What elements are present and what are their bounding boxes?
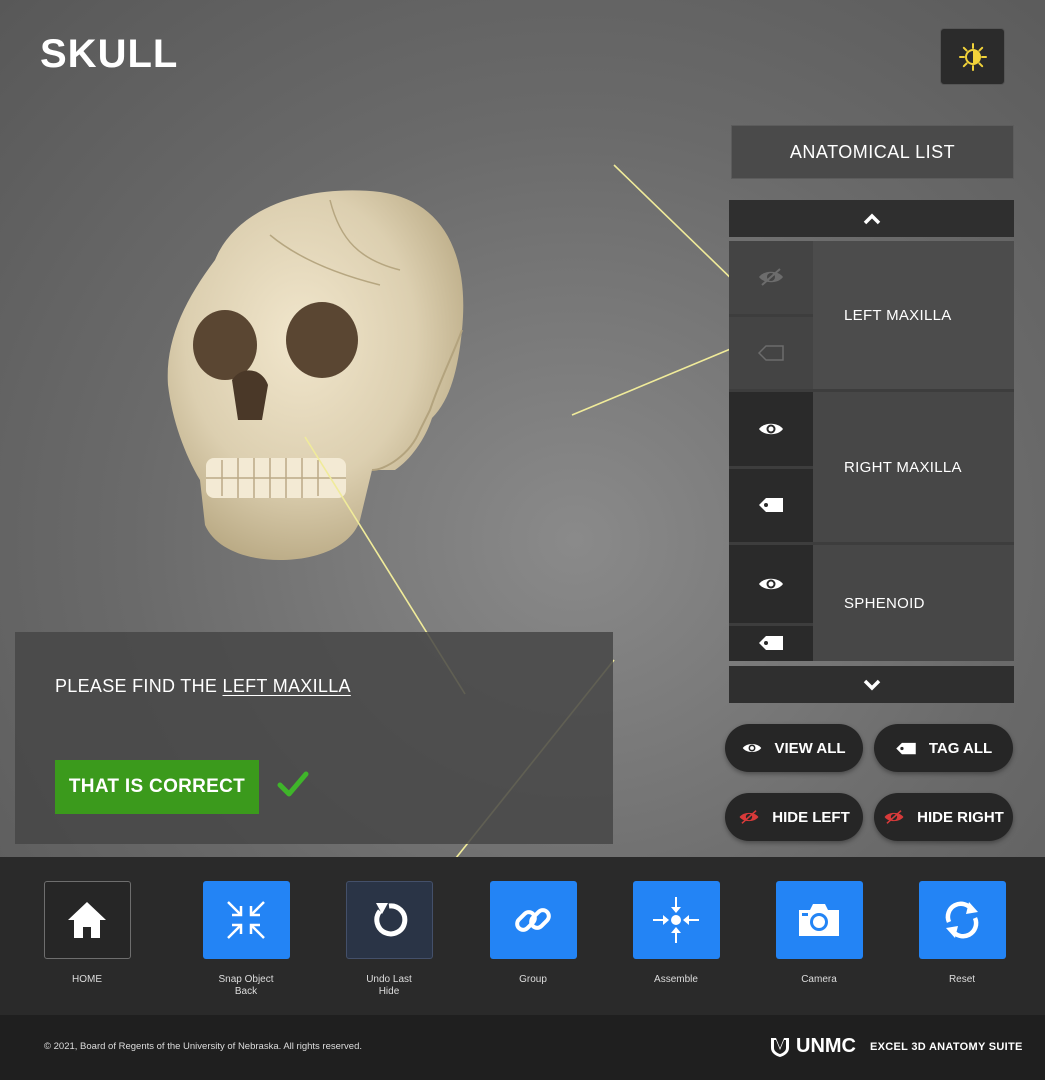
bottom-toolbar: HOME Snap Object Back Undo Last Hide Gro… — [0, 857, 1045, 1015]
question-panel: PLEASE FIND THE LEFT MAXILLA THAT IS COR… — [15, 632, 613, 844]
checkmark-icon — [277, 770, 309, 798]
view-all-label: VIEW ALL — [774, 739, 846, 757]
refresh-icon — [940, 898, 984, 942]
brand-logo-text: UNMC — [796, 1035, 856, 1057]
hide-right-button[interactable]: HIDE RIGHT — [874, 793, 1013, 841]
theme-toggle-button[interactable] — [940, 28, 1005, 85]
anatomical-list: LEFT MAXILLA RIGHT MAXILLA SPHENOID — [729, 241, 1014, 661]
tool-reset[interactable]: Reset — [912, 881, 1012, 986]
group-label: Group — [519, 974, 547, 985]
unmc-shield-icon — [770, 1036, 790, 1058]
tool-group[interactable]: Group — [483, 881, 583, 986]
tool-assemble[interactable]: Assemble — [626, 881, 726, 986]
list-item-left-maxilla[interactable]: LEFT MAXILLA — [729, 241, 1014, 389]
view-all-button[interactable]: VIEW ALL — [725, 724, 863, 772]
hide-left-label: HIDE LEFT — [772, 808, 850, 826]
undo-last-hide-label: Undo Last Hide — [366, 974, 412, 997]
home-icon — [65, 899, 109, 941]
eye-icon — [742, 741, 762, 755]
compress-arrows-icon — [224, 898, 268, 942]
chevron-down-icon — [863, 679, 881, 691]
list-item-label: RIGHT MAXILLA — [813, 392, 1014, 542]
tag-toggle-left-maxilla[interactable] — [729, 316, 813, 389]
copyright-text: © 2021, Board of Regents of the Universi… — [44, 1041, 363, 1052]
tool-home[interactable]: HOME — [37, 881, 137, 986]
eye-slash-icon — [757, 267, 785, 287]
assemble-label: Assemble — [654, 974, 698, 985]
eye-icon — [758, 420, 784, 438]
link-icon — [511, 898, 555, 942]
tool-snap-back[interactable]: Snap Object Back — [196, 881, 296, 998]
tool-camera[interactable]: Camera — [769, 881, 869, 986]
list-item-right-maxilla[interactable]: RIGHT MAXILLA — [729, 392, 1014, 542]
prompt-prefix: PLEASE FIND THE — [55, 676, 223, 696]
home-button[interactable] — [43, 881, 131, 959]
undo-last-hide-button[interactable] — [345, 881, 433, 959]
eye-slash-icon — [883, 809, 905, 825]
reset-label: Reset — [948, 974, 976, 985]
hide-right-label: HIDE RIGHT — [917, 808, 1004, 826]
visibility-toggle-left-maxilla[interactable] — [729, 241, 813, 314]
brand: UNMC EXCEL 3D ANATOMY SUITE — [770, 1035, 1023, 1058]
tag-outline-icon — [757, 344, 785, 362]
visibility-toggle-right-maxilla[interactable] — [729, 392, 813, 466]
visibility-toggle-sphenoid[interactable] — [729, 545, 813, 623]
camera-icon — [796, 901, 842, 939]
eye-icon — [758, 575, 784, 593]
skull-icon — [167, 190, 464, 560]
undo-icon — [368, 899, 410, 941]
tag-all-button[interactable]: TAG ALL — [874, 724, 1013, 772]
question-prompt: PLEASE FIND THE LEFT MAXILLA — [55, 676, 351, 697]
list-item-sphenoid[interactable]: SPHENOID — [729, 545, 1014, 661]
home-label: HOME — [72, 974, 102, 985]
reset-button[interactable] — [918, 881, 1006, 959]
list-item-label: SPHENOID — [813, 545, 1014, 661]
list-scroll-up-button[interactable] — [729, 200, 1014, 237]
result-banner: THAT IS CORRECT — [55, 760, 259, 814]
snap-object-back-label: Snap Object Back — [218, 974, 274, 997]
eye-slash-icon — [738, 809, 760, 825]
tag-icon — [758, 497, 784, 513]
chevron-up-icon — [863, 213, 881, 225]
prompt-target: LEFT MAXILLA — [222, 676, 351, 696]
anatomical-list-header: ANATOMICAL LIST — [731, 125, 1014, 179]
tag-all-label: TAG ALL — [928, 739, 993, 757]
tag-toggle-right-maxilla[interactable] — [729, 468, 813, 542]
camera-button[interactable] — [775, 881, 863, 959]
tag-icon — [758, 635, 784, 651]
tool-undo-hide[interactable]: Undo Last Hide — [339, 881, 439, 998]
brand-suite-text: EXCEL 3D ANATOMY SUITE — [870, 1040, 1023, 1053]
assemble-button[interactable] — [632, 881, 720, 959]
list-item-label: LEFT MAXILLA — [813, 241, 1014, 389]
sun-icon — [958, 42, 988, 72]
camera-label: Camera — [801, 974, 837, 985]
assemble-arrows-icon — [651, 895, 701, 945]
hide-left-button[interactable]: HIDE LEFT — [725, 793, 863, 841]
footer: © 2021, Board of Regents of the Universi… — [0, 1015, 1045, 1080]
list-scroll-down-button[interactable] — [729, 666, 1014, 703]
tag-toggle-sphenoid[interactable] — [729, 625, 813, 661]
page-title: SKULL — [40, 32, 179, 76]
snap-object-back-button[interactable] — [202, 881, 290, 959]
group-button[interactable] — [489, 881, 577, 959]
tag-icon — [895, 742, 917, 755]
